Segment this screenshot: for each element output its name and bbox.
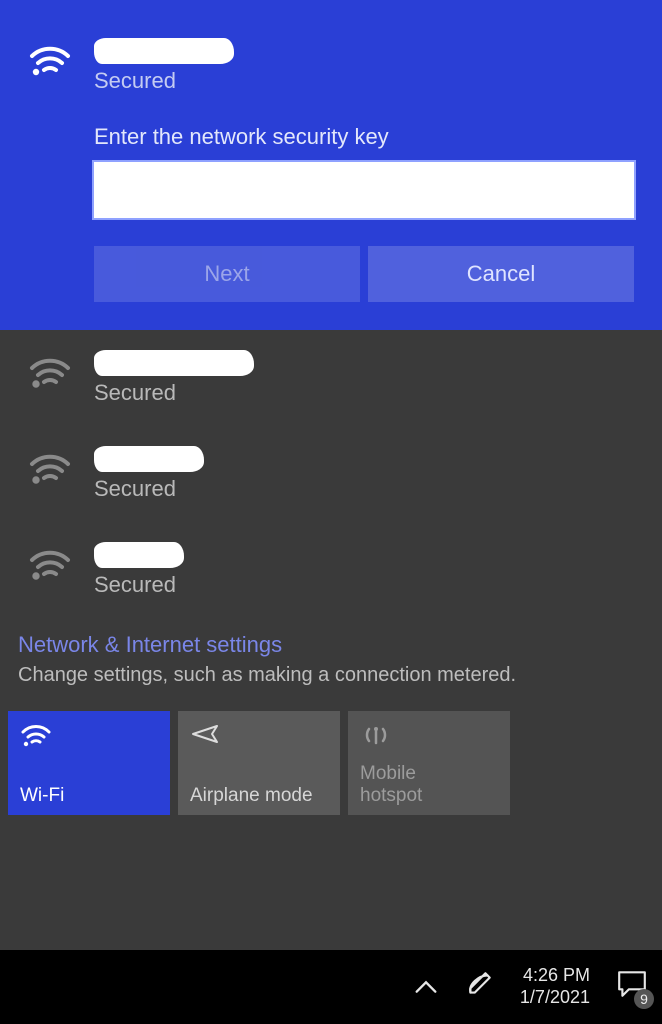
taskbar: 4:26 PM 1/7/2021 9 (0, 950, 662, 1024)
mobile-hotspot-tile[interactable]: Mobile hotspot (348, 711, 510, 815)
airplane-mode-tile[interactable]: Airplane mode (178, 711, 340, 815)
network-settings-link[interactable]: Network & Internet settings (18, 632, 282, 658)
quick-action-tiles: Wi-Fi Airplane mode Mobile hotspot (0, 701, 662, 815)
password-prompt-label: Enter the network security key (94, 124, 634, 150)
wifi-toggle-tile[interactable]: Wi-Fi (8, 711, 170, 815)
clock-time: 4:26 PM (520, 965, 590, 987)
tile-label: Airplane mode (190, 785, 328, 807)
next-button[interactable]: Next (94, 246, 360, 302)
action-center-icon[interactable]: 9 (616, 969, 648, 1005)
tile-label: hotspot (360, 785, 422, 806)
available-networks-list: Secured Secured Secu (0, 330, 662, 608)
cancel-button[interactable]: Cancel (368, 246, 634, 302)
network-password-input[interactable] (94, 162, 634, 218)
selected-network-row[interactable]: Secured (28, 38, 634, 94)
wifi-icon (28, 448, 72, 484)
network-item[interactable]: Secured (28, 542, 634, 598)
network-status: Secured (94, 476, 204, 502)
wifi-icon (20, 721, 158, 751)
network-name-redacted (94, 542, 184, 568)
network-status: Secured (94, 572, 184, 598)
hotspot-icon (360, 721, 498, 751)
clock-date: 1/7/2021 (520, 987, 590, 1009)
tile-label: Mobile (360, 763, 416, 784)
network-name-redacted (94, 38, 234, 64)
airplane-icon (190, 721, 328, 751)
network-name-redacted (94, 350, 254, 376)
wifi-icon (28, 352, 72, 388)
wifi-icon (28, 40, 72, 76)
selected-network-panel: Secured Enter the network security key N… (0, 0, 662, 330)
ink-workspace-icon[interactable] (464, 969, 494, 1005)
network-status: Secured (94, 68, 234, 94)
network-settings-block: Network & Internet settings Change setti… (0, 608, 662, 701)
wifi-icon (28, 544, 72, 580)
network-name-redacted (94, 446, 204, 472)
password-prompt: Enter the network security key Next Canc… (94, 124, 634, 302)
network-item[interactable]: Secured (28, 446, 634, 502)
network-settings-desc: Change settings, such as making a connec… (18, 664, 644, 687)
network-status: Secured (94, 380, 254, 406)
tile-label: Wi-Fi (20, 785, 158, 807)
taskbar-clock[interactable]: 4:26 PM 1/7/2021 (520, 965, 590, 1008)
tray-overflow-chevron-icon[interactable] (414, 974, 438, 1000)
notification-badge: 9 (634, 989, 654, 1009)
network-item[interactable]: Secured (28, 350, 634, 406)
